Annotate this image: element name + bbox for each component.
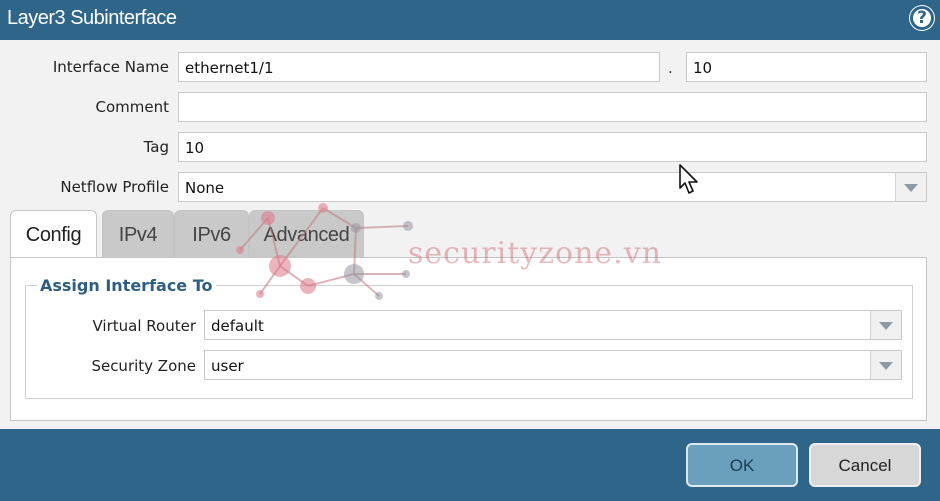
dialog-titlebar: Layer3 Subinterface ?	[0, 0, 940, 40]
assign-interface-legend: Assign Interface To	[37, 276, 216, 295]
ok-button[interactable]: OK	[686, 443, 798, 487]
dialog-title: Layer3 Subinterface	[7, 7, 177, 29]
virtual-router-select[interactable]: default	[204, 310, 902, 340]
tab-config[interactable]: Config	[10, 210, 97, 260]
subinterface-number-field[interactable]: 10	[686, 52, 927, 82]
watermark-text: securityzone.vn	[408, 236, 662, 271]
interface-name-label: Interface Name	[52, 58, 169, 76]
help-glyph: ?	[917, 8, 927, 28]
chevron-down-icon[interactable]	[870, 351, 901, 379]
comment-label: Comment	[95, 98, 170, 116]
security-zone-value: user	[211, 357, 244, 375]
chevron-down-icon[interactable]	[895, 173, 926, 201]
netflow-profile-label: Netflow Profile	[60, 178, 169, 196]
cancel-button[interactable]: Cancel	[809, 443, 921, 487]
tag-field[interactable]: 10	[178, 132, 927, 162]
layer3-subinterface-dialog: Layer3 Subinterface ? Interface Name eth…	[0, 0, 940, 501]
security-zone-select[interactable]: user	[204, 350, 902, 380]
security-zone-label: Security Zone	[91, 357, 196, 375]
netflow-profile-value: None	[185, 179, 225, 197]
chevron-down-icon[interactable]	[870, 311, 901, 339]
tab-ipv4[interactable]: IPv4	[102, 210, 174, 258]
virtual-router-label: Virtual Router	[92, 317, 197, 335]
interface-name-field[interactable]: ethernet1/1	[178, 52, 660, 82]
interface-separator: .	[668, 59, 673, 77]
virtual-router-value: default	[211, 317, 264, 335]
dialog-footer: OK Cancel	[0, 429, 940, 501]
watermark-network-icon	[236, 203, 413, 300]
help-icon[interactable]: ?	[910, 6, 934, 30]
assign-interface-fieldset	[25, 285, 913, 399]
tag-label: Tag	[143, 138, 169, 156]
comment-field[interactable]	[178, 92, 927, 122]
config-tab-panel: Assign Interface To Virtual Router defau…	[10, 257, 927, 421]
netflow-profile-select[interactable]: None	[178, 172, 927, 202]
mouse-cursor-icon	[679, 164, 698, 194]
